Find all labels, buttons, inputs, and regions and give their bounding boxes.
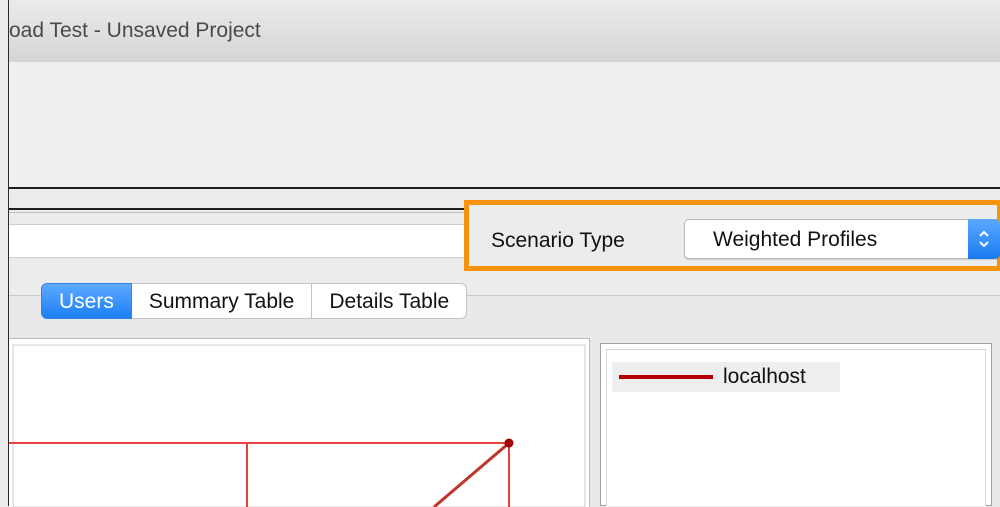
users-chart [9,338,590,507]
legend-swatch [619,375,713,379]
results-tabs: Users Summary Table Details Table [41,283,468,319]
chart-data-point [504,438,514,448]
scenario-type-label: Scenario Type [491,229,625,252]
legend-item-label: localhost [723,365,806,388]
tab-users[interactable]: Users [41,283,132,319]
window-title: oad Test - Unsaved Project [9,19,261,42]
scenario-type-select[interactable]: Weighted Profiles [684,219,1000,259]
scenario-name-field[interactable] [9,224,475,258]
title-bar: oad Test - Unsaved Project [9,0,1000,62]
legend-item[interactable]: localhost [612,362,840,392]
toolbar-area [9,62,1000,187]
chart-plot-frame [12,344,586,507]
chart-series-line [433,441,510,507]
scenario-type-value: Weighted Profiles [713,228,878,251]
up-down-chevron-icon[interactable] [968,219,1000,259]
divider-top [9,187,1000,189]
tab-details-table[interactable]: Details Table [312,283,468,319]
tab-summary-table[interactable]: Summary Table [131,283,313,319]
